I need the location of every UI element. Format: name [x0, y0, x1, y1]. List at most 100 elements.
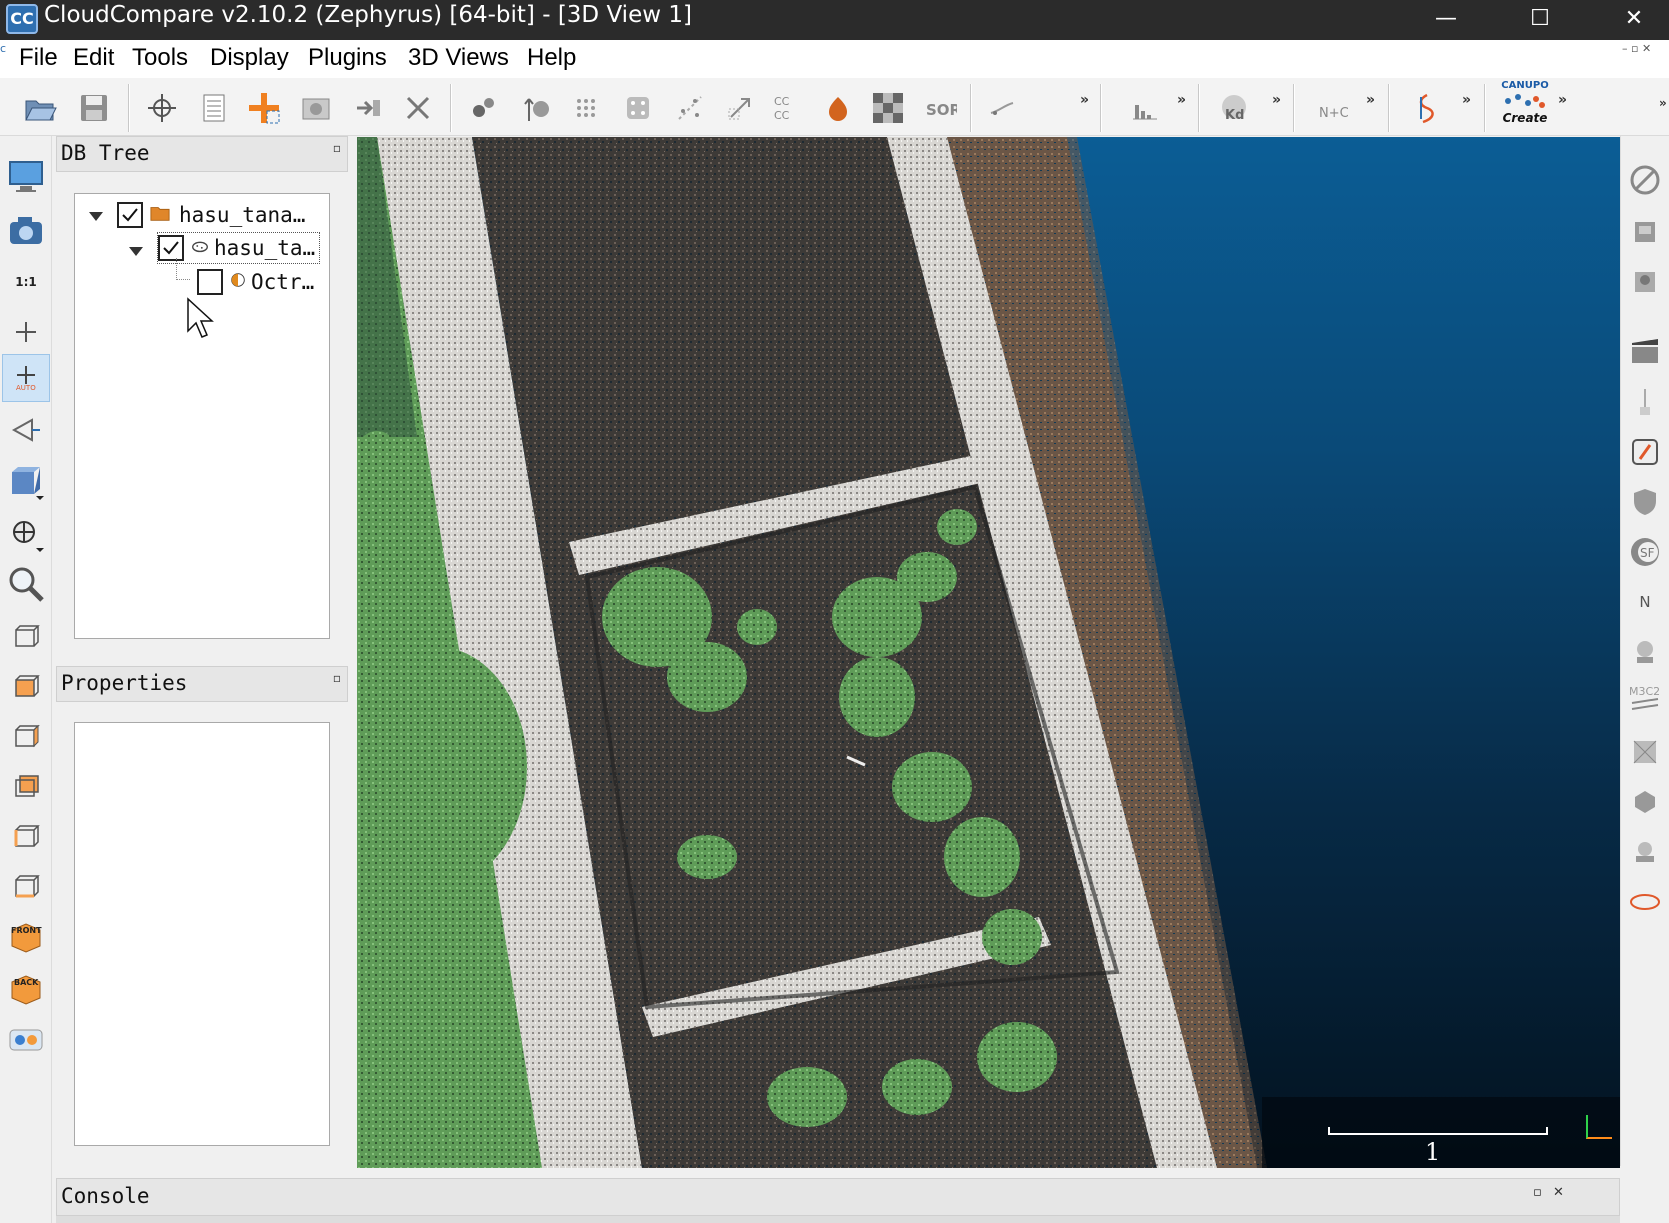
- main-toolbar: CC CC SOR » » Kd » N+C » » CANUPO Create …: [0, 78, 1669, 136]
- expand-arrow-icon[interactable]: [129, 247, 143, 256]
- 3d-view[interactable]: [357, 137, 1620, 1168]
- back-view-icon[interactable]: [2, 762, 50, 810]
- section-icon[interactable]: [1404, 88, 1444, 128]
- zoom-icon[interactable]: [2, 560, 50, 608]
- view-toolbar: 1:1 AUTO FRONT BACK: [0, 136, 52, 1223]
- merge-icon[interactable]: [348, 88, 388, 128]
- delete-icon[interactable]: [398, 88, 438, 128]
- top-view-icon[interactable]: [2, 612, 50, 660]
- camera-icon[interactable]: [2, 206, 50, 254]
- list-icon[interactable]: [194, 88, 234, 128]
- db-tree-view[interactable]: hasu_tana… hasu_ta… Octr…: [74, 193, 330, 639]
- menu-edit[interactable]: Edit: [68, 44, 119, 72]
- properties-title: Properties: [61, 671, 188, 695]
- octree-dots-icon[interactable]: [566, 88, 606, 128]
- scalar-field-icon[interactable]: SF: [1623, 530, 1667, 574]
- stereo-icon[interactable]: [2, 1016, 50, 1064]
- point-picking-icon[interactable]: [142, 88, 182, 128]
- pcv-icon[interactable]: [1623, 730, 1667, 774]
- m3c2-icon[interactable]: M3C2: [1623, 676, 1667, 720]
- toolbar-overflow-4[interactable]: »: [1366, 92, 1375, 108]
- minimize-button[interactable]: —: [1418, 0, 1474, 40]
- toolbar-overflow-5[interactable]: »: [1462, 92, 1471, 108]
- expand-arrow-icon[interactable]: [89, 212, 103, 221]
- toolbar-separator: [1293, 84, 1295, 132]
- toolbar-overflow-3[interactable]: »: [1272, 92, 1281, 108]
- lighting-dropdown-icon[interactable]: [2, 458, 50, 506]
- menu-display[interactable]: Display: [205, 44, 294, 72]
- stop-icon[interactable]: [1623, 158, 1667, 202]
- orange-ellipse-icon[interactable]: [1623, 880, 1667, 924]
- edl-shader-icon[interactable]: [1623, 210, 1667, 254]
- iso-front-view-icon[interactable]: FRONT: [2, 912, 50, 960]
- properties-float-button[interactable]: ▫: [333, 671, 341, 685]
- normal-n-icon[interactable]: N: [1623, 580, 1667, 624]
- scale-icon[interactable]: [720, 88, 760, 128]
- auto-pick-rotation-center-icon[interactable]: AUTO: [2, 354, 50, 402]
- kd-tree-icon[interactable]: Kd: [1214, 88, 1254, 128]
- shield-icon[interactable]: [1623, 480, 1667, 524]
- tree-item-label: hasu_ta…: [214, 236, 316, 260]
- bottom-view-icon[interactable]: [2, 862, 50, 910]
- pan-dropdown-icon[interactable]: [2, 510, 50, 558]
- ssao-shader-icon[interactable]: [1623, 260, 1667, 304]
- color-icon[interactable]: [818, 88, 858, 128]
- segment-icon[interactable]: [296, 88, 336, 128]
- toolbar-separator: [450, 84, 452, 132]
- console-float-button[interactable]: ▫: [1533, 1185, 1542, 1200]
- toolbar-separator: [970, 84, 972, 132]
- display-icon[interactable]: [2, 152, 50, 200]
- menu-3d-views[interactable]: 3D Views: [403, 44, 514, 72]
- toolbar-overflow-6[interactable]: »: [1558, 92, 1567, 108]
- brush-icon[interactable]: [1623, 380, 1667, 424]
- tree-item-label: hasu_tana…: [179, 203, 306, 227]
- sample-points-icon[interactable]: [670, 88, 710, 128]
- plugins-toolbar: SF N M3C2 »: [1620, 96, 1669, 1166]
- subsample-icon[interactable]: [464, 88, 504, 128]
- perspective-icon[interactable]: [2, 406, 50, 454]
- translate-rotate-icon[interactable]: [244, 88, 284, 128]
- tree-item-octree[interactable]: Octr…: [197, 266, 314, 298]
- tree-item-label: Octr…: [251, 270, 315, 294]
- ransac-icon[interactable]: [1623, 830, 1667, 874]
- right-view-icon[interactable]: [2, 812, 50, 860]
- left-view-icon[interactable]: [2, 712, 50, 760]
- mdi-window-controls[interactable]: – ▫ ✕: [1622, 42, 1651, 55]
- fit-icon[interactable]: [982, 88, 1022, 128]
- menu-tools[interactable]: Tools: [127, 44, 193, 72]
- menu-help[interactable]: Help: [522, 44, 581, 72]
- poisson-icon[interactable]: [1623, 780, 1667, 824]
- toolbar-overflow-2[interactable]: »: [1177, 92, 1186, 108]
- normals-compute-icon[interactable]: N+C: [1314, 88, 1354, 128]
- checkerboard-icon[interactable]: [868, 88, 908, 128]
- mesh-icon[interactable]: [618, 88, 658, 128]
- menu-file[interactable]: File: [14, 44, 63, 72]
- save-icon[interactable]: [74, 88, 114, 128]
- rotation-center-icon[interactable]: [2, 308, 50, 356]
- db-tree-float-button[interactable]: ▫: [333, 141, 341, 155]
- canupo-label: CANUPO: [1501, 80, 1549, 91]
- tree-item-root[interactable]: hasu_tana…: [117, 199, 305, 231]
- toolbar-overflow-1[interactable]: »: [1080, 92, 1089, 108]
- animation-icon[interactable]: [1623, 330, 1667, 374]
- console-close-button[interactable]: ✕: [1553, 1185, 1564, 1200]
- compass-icon[interactable]: [1623, 430, 1667, 474]
- open-folder-icon[interactable]: [20, 88, 60, 128]
- histogram-icon[interactable]: [1124, 88, 1164, 128]
- maximize-button[interactable]: ☐: [1512, 0, 1568, 40]
- tree-checkbox-octree[interactable]: [197, 269, 223, 295]
- connected-components-icon[interactable]: CC CC: [766, 88, 806, 128]
- close-button[interactable]: ✕: [1606, 0, 1662, 40]
- normals-icon[interactable]: [516, 88, 556, 128]
- front-view-icon[interactable]: [2, 662, 50, 710]
- iso-back-view-icon[interactable]: BACK: [2, 964, 50, 1012]
- properties-view[interactable]: [74, 722, 330, 1146]
- tree-checkbox-root[interactable]: [117, 202, 143, 228]
- menu-plugins[interactable]: Plugins: [303, 44, 392, 72]
- right-toolbar-overflow[interactable]: »: [1659, 96, 1667, 110]
- tree-connector: [176, 258, 190, 280]
- sor-filter-icon[interactable]: SOR: [920, 88, 960, 128]
- canupo-create-icon[interactable]: CANUPO Create: [1496, 80, 1554, 134]
- hpr-icon[interactable]: [1623, 630, 1667, 674]
- one-to-one-button[interactable]: 1:1: [2, 258, 50, 306]
